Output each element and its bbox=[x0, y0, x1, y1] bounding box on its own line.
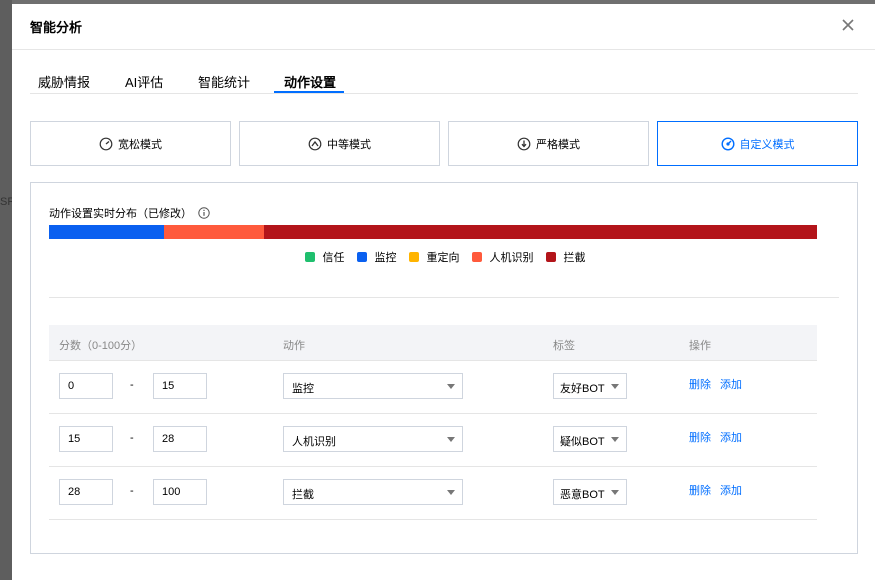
score-to-input[interactable]: 28 bbox=[153, 426, 207, 452]
header-tag: 标签 bbox=[553, 340, 575, 352]
tag-select-value: 友好BOT bbox=[560, 383, 605, 395]
legend-swatch bbox=[304, 252, 315, 262]
gauge-low-icon bbox=[99, 137, 113, 150]
legend-item: 人机识别 bbox=[471, 249, 534, 265]
table-row: 15 - 28 人机识别 疑似BOT 删除 添加 bbox=[49, 414, 817, 467]
mode-lenient-button[interactable]: 宽松模式 bbox=[30, 121, 231, 166]
distribution-bar bbox=[49, 225, 817, 239]
table-row: 0 - 15 监控 友好BOT 删除 添加 bbox=[49, 361, 817, 414]
close-icon bbox=[842, 19, 854, 31]
mode-label: 自定义模式 bbox=[739, 138, 795, 151]
section-divider bbox=[49, 297, 839, 298]
mode-label: 严格模式 bbox=[536, 138, 580, 151]
tag-select-value: 恶意BOT bbox=[560, 489, 605, 501]
action-select-value: 人机识别 bbox=[292, 436, 336, 448]
tag-select[interactable]: 疑似BOT bbox=[553, 426, 627, 452]
action-select-value: 拦截 bbox=[292, 489, 314, 501]
table-header: 分数（0-100分） 动作 标签 操作 bbox=[49, 325, 817, 361]
delete-link[interactable]: 删除 bbox=[689, 429, 711, 445]
score-action-table: 分数（0-100分） 动作 标签 操作 0 - 15 监控 友好BOT 删除 添… bbox=[49, 325, 817, 520]
tab-ai-evaluation[interactable]: AI评估 bbox=[125, 72, 163, 91]
tab-bar: 威胁情报 AI评估 智能统计 动作设置 bbox=[30, 66, 858, 94]
tag-select[interactable]: 恶意BOT bbox=[553, 479, 627, 505]
tab-action-settings[interactable]: 动作设置 bbox=[284, 72, 336, 91]
legend-swatch bbox=[545, 252, 556, 262]
legend-item: 拦截 bbox=[545, 249, 586, 265]
tag-select[interactable]: 友好BOT bbox=[553, 373, 627, 399]
distribution-segment bbox=[264, 225, 817, 239]
add-link[interactable]: 添加 bbox=[720, 482, 742, 498]
gauge-mid-icon bbox=[308, 137, 322, 150]
caret-down-icon bbox=[447, 490, 455, 495]
mode-strict-button[interactable]: 严格模式 bbox=[448, 121, 649, 166]
dialog-title: 智能分析 bbox=[30, 20, 83, 35]
action-select[interactable]: 人机识别 bbox=[283, 426, 463, 452]
legend-label: 重定向 bbox=[426, 252, 460, 264]
backdrop bbox=[0, 0, 12, 580]
range-separator: - bbox=[130, 432, 134, 444]
legend-swatch bbox=[471, 252, 482, 262]
add-link[interactable]: 添加 bbox=[720, 376, 742, 392]
legend-label: 人机识别 bbox=[489, 252, 534, 264]
legend-label: 监控 bbox=[374, 252, 397, 264]
info-icon[interactable] bbox=[198, 207, 210, 219]
delete-link[interactable]: 删除 bbox=[689, 376, 711, 392]
range-separator: - bbox=[130, 379, 134, 391]
smart-analysis-dialog: 智能分析 威胁情报 AI评估 智能统计 动作设置 宽松模式 中等模式 严格模式 … bbox=[12, 4, 875, 580]
distribution-segment bbox=[49, 225, 165, 239]
legend-swatch bbox=[356, 252, 367, 262]
caret-down-icon bbox=[447, 384, 455, 389]
active-tab-indicator bbox=[274, 91, 344, 93]
range-separator: - bbox=[130, 485, 134, 497]
legend-swatch bbox=[408, 252, 419, 262]
header-ops: 操作 bbox=[689, 340, 711, 352]
header-action: 动作 bbox=[283, 340, 305, 352]
legend-item: 信任 bbox=[304, 249, 345, 265]
action-select[interactable]: 拦截 bbox=[283, 479, 463, 505]
header-score: 分数（0-100分） bbox=[59, 340, 143, 352]
caret-down-icon bbox=[611, 437, 619, 442]
legend-label: 拦截 bbox=[563, 252, 586, 264]
legend-item: 监控 bbox=[356, 249, 397, 265]
mode-moderate-button[interactable]: 中等模式 bbox=[239, 121, 440, 166]
legend-label: 信任 bbox=[322, 252, 345, 264]
dialog-header: 智能分析 bbox=[12, 4, 875, 50]
gauge-high-icon bbox=[517, 137, 531, 150]
score-from-input[interactable]: 28 bbox=[59, 479, 113, 505]
tab-smart-stats[interactable]: 智能统计 bbox=[198, 72, 250, 91]
tab-threat-intel[interactable]: 威胁情报 bbox=[38, 72, 90, 91]
score-to-input[interactable]: 100 bbox=[153, 479, 207, 505]
distribution-title-text: 动作设置实时分布（已修改） bbox=[49, 208, 192, 220]
caret-down-icon bbox=[611, 384, 619, 389]
action-select[interactable]: 监控 bbox=[283, 373, 463, 399]
action-settings-panel: 动作设置实时分布（已修改） 信任 监控 重定向 人机识别 拦截 分数（0-100分） 动… bbox=[30, 182, 858, 554]
mode-label: 宽松模式 bbox=[118, 138, 162, 151]
gauge-custom-icon bbox=[720, 136, 735, 151]
distribution-legend: 信任 监控 重定向 人机识别 拦截 bbox=[31, 249, 859, 265]
mode-label: 中等模式 bbox=[327, 138, 371, 151]
mode-custom-button[interactable]: 自定义模式 bbox=[657, 121, 858, 166]
distribution-segment bbox=[164, 225, 265, 239]
add-link[interactable]: 添加 bbox=[720, 429, 742, 445]
table-row: 28 - 100 拦截 恶意BOT 删除 添加 bbox=[49, 467, 817, 520]
caret-down-icon bbox=[447, 437, 455, 442]
close-button[interactable] bbox=[837, 14, 859, 36]
tag-select-value: 疑似BOT bbox=[560, 436, 605, 448]
action-select-value: 监控 bbox=[292, 383, 314, 395]
score-from-input[interactable]: 0 bbox=[59, 373, 113, 399]
legend-item: 重定向 bbox=[408, 249, 460, 265]
caret-down-icon bbox=[611, 490, 619, 495]
score-from-input[interactable]: 15 bbox=[59, 426, 113, 452]
score-to-input[interactable]: 15 bbox=[153, 373, 207, 399]
delete-link[interactable]: 删除 bbox=[689, 482, 711, 498]
distribution-title: 动作设置实时分布（已修改） bbox=[49, 205, 210, 221]
